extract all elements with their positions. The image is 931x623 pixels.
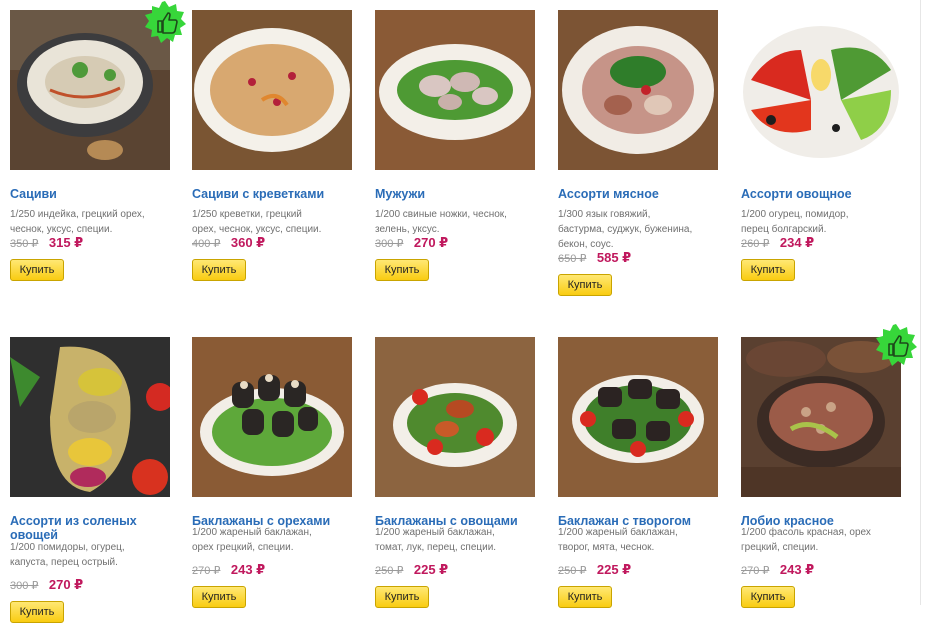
muzhuzhi-photo-icon: [375, 10, 535, 170]
pickled-assorted-photo-icon: [10, 337, 170, 497]
desc-line: бастурма, суджук, буженина,: [558, 224, 693, 235]
current-price: 243 ₽: [779, 562, 815, 577]
product-title[interactable]: Сациви с креветками: [192, 187, 357, 201]
price-block: 400 ₽ 360 ₽: [192, 234, 265, 250]
current-price: 270 ₽: [48, 577, 84, 592]
thumbs-up-icon: [143, 0, 187, 44]
thumbs-up-icon: [874, 323, 918, 367]
price-block: 260 ₽ 234 ₽: [741, 234, 814, 250]
old-price: 300 ₽: [10, 580, 39, 592]
desc-line: 1/250 креветки, грецкий: [192, 209, 302, 220]
product-description: 1/200 фасоль красная, орех грецкий, спец…: [741, 525, 901, 555]
current-price: 315 ₽: [48, 235, 84, 250]
product-title[interactable]: Мужужи: [375, 187, 540, 201]
old-price: 270 ₽: [192, 565, 221, 577]
desc-line: творог, мята, чеснок.: [558, 542, 655, 553]
buy-button[interactable]: Купить: [192, 259, 246, 281]
price-block: 250 ₽ 225 ₽: [558, 561, 631, 577]
buy-button[interactable]: Купить: [558, 274, 612, 296]
product-photo[interactable]: [192, 337, 352, 497]
desc-line: 1/200 свиные ножки, чеснок,: [375, 209, 507, 220]
product-grid: Сациви 1/250 индейка, грецкий орех, чесн…: [0, 0, 931, 623]
current-price: 243 ₽: [230, 562, 266, 577]
product-description: 1/250 креветки, грецкий орех, чеснок, ук…: [192, 207, 352, 237]
price-block: 300 ₽ 270 ₽: [10, 576, 83, 592]
current-price: 225 ₽: [413, 562, 449, 577]
product-photo[interactable]: [741, 10, 901, 170]
product-description: 1/200 помидоры, огурец, капуста, перец о…: [10, 540, 170, 570]
product-description: 1/200 огурец, помидор, перец болгарский.: [741, 207, 901, 237]
buy-button[interactable]: Купить: [741, 259, 795, 281]
product-description: 1/200 жареный баклажан, томат, лук, пере…: [375, 525, 535, 555]
current-price: 585 ₽: [596, 250, 632, 265]
product-title[interactable]: Ассорти мясное: [558, 187, 723, 201]
product-photo[interactable]: [375, 10, 535, 170]
eggplant-walnuts-photo-icon: [192, 337, 352, 497]
meat-assorted-photo-icon: [558, 10, 718, 170]
desc-line: 1/200 помидоры, огурец,: [10, 542, 125, 553]
current-price: 360 ₽: [230, 235, 266, 250]
desc-line: 1/200 фасоль красная, орех: [741, 527, 871, 538]
old-price: 270 ₽: [741, 565, 770, 577]
current-price: 225 ₽: [596, 562, 632, 577]
old-price: 350 ₽: [10, 238, 39, 250]
price-block: 250 ₽ 225 ₽: [375, 561, 448, 577]
product-photo[interactable]: [10, 337, 170, 497]
old-price: 250 ₽: [375, 565, 404, 577]
desc-line: орех грецкий, специи.: [192, 542, 294, 553]
product-photo[interactable]: [558, 10, 718, 170]
price-block: 650 ₽ 585 ₽: [558, 249, 631, 265]
desc-line: 1/200 жареный баклажан,: [192, 527, 312, 538]
desc-line: 1/200 жареный баклажан,: [375, 527, 495, 538]
old-price: 300 ₽: [375, 238, 404, 250]
product-description: 1/200 жареный баклажан, орех грецкий, сп…: [192, 525, 352, 555]
price-block: 350 ₽ 315 ₽: [10, 234, 83, 250]
old-price: 400 ₽: [192, 238, 221, 250]
price-block: 270 ₽ 243 ₽: [741, 561, 814, 577]
product-photo[interactable]: [558, 337, 718, 497]
desc-line: 1/200 огурец, помидор,: [741, 209, 849, 220]
vegetable-assorted-photo-icon: [741, 10, 901, 170]
buy-button[interactable]: Купить: [10, 259, 64, 281]
product-photo[interactable]: [192, 10, 352, 170]
eggplant-cottage-cheese-photo-icon: [558, 337, 718, 497]
old-price: 650 ₽: [558, 253, 587, 265]
old-price: 260 ₽: [741, 238, 770, 250]
current-price: 234 ₽: [779, 235, 815, 250]
desc-line: 1/300 язык говяжий,: [558, 209, 651, 220]
right-divider: [920, 0, 921, 605]
price-block: 270 ₽ 243 ₽: [192, 561, 265, 577]
product-photo[interactable]: [375, 337, 535, 497]
product-description: 1/300 язык говяжий, бастурма, суджук, бу…: [558, 207, 718, 252]
desc-line: капуста, перец острый.: [10, 557, 118, 568]
product-title[interactable]: Ассорти из соленых овощей: [10, 514, 175, 542]
desc-line: 1/200 жареный баклажан,: [558, 527, 678, 538]
desc-line: 1/250 индейка, грецкий орех,: [10, 209, 145, 220]
eggplant-vegetables-photo-icon: [375, 337, 535, 497]
product-title[interactable]: Ассорти овощное: [741, 187, 906, 201]
buy-button[interactable]: Купить: [375, 259, 429, 281]
product-description: 1/200 жареный баклажан, творог, мята, че…: [558, 525, 718, 555]
desc-line: грецкий, специи.: [741, 542, 819, 553]
buy-button[interactable]: Купить: [10, 601, 64, 623]
old-price: 250 ₽: [558, 565, 587, 577]
product-title[interactable]: Сациви: [10, 187, 175, 201]
satsivi-shrimp-photo-icon: [192, 10, 352, 170]
current-price: 270 ₽: [413, 235, 449, 250]
product-description: 1/250 индейка, грецкий орех, чеснок, укс…: [10, 207, 170, 237]
desc-line: томат, лук, перец, специи.: [375, 542, 497, 553]
price-block: 300 ₽ 270 ₽: [375, 234, 448, 250]
product-description: 1/200 свиные ножки, чеснок, зелень, уксу…: [375, 207, 535, 237]
